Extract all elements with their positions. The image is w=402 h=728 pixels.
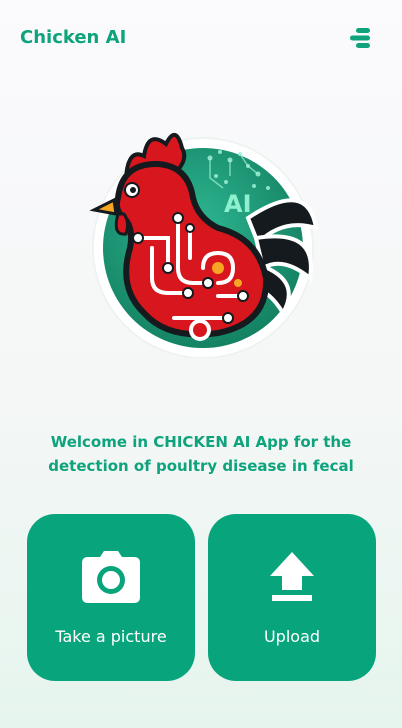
- menu-icon: [350, 28, 370, 48]
- menu-button[interactable]: [346, 24, 376, 52]
- upload-icon: [270, 552, 314, 601]
- take-picture-label: Take a picture: [55, 627, 167, 646]
- app-title: Chicken AI: [20, 27, 127, 48]
- upload-icon-wrap: [208, 548, 376, 606]
- camera-icon-wrap: [27, 548, 195, 606]
- camera-icon: [82, 551, 140, 603]
- welcome-message: Welcome in CHICKEN AI App for the detect…: [48, 433, 354, 475]
- app-logo: AI: [78, 118, 319, 359]
- upload-label: Upload: [263, 627, 321, 646]
- app-bar: Chicken AI: [0, 0, 402, 78]
- chicken-circuit-logo: AI: [89, 133, 319, 359]
- upload-button[interactable]: Upload: [208, 514, 376, 681]
- logo-badge-text: AI: [224, 190, 252, 218]
- take-picture-button[interactable]: Take a picture: [27, 514, 195, 681]
